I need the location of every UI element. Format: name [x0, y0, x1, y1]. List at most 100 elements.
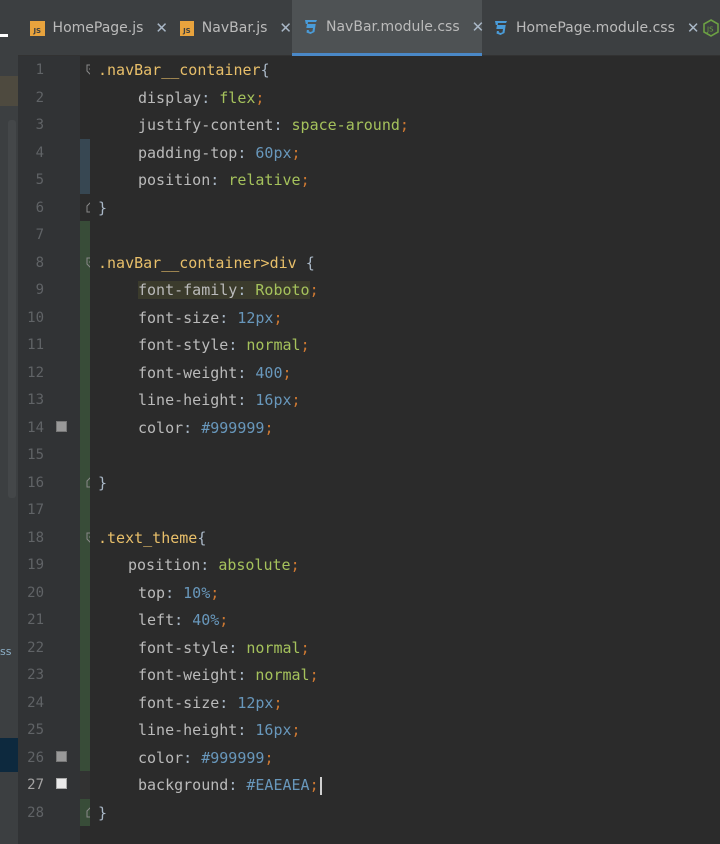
code-line-26[interactable]: color: #999999; — [138, 745, 273, 773]
tab-homepage-module-css[interactable]: HomePage.module.css ✕ — [482, 0, 699, 56]
close-icon[interactable]: ✕ — [155, 19, 168, 37]
code-line-4[interactable]: padding-top: 60px; — [138, 140, 301, 168]
code-line-5[interactable]: position: relative; — [138, 167, 310, 195]
project-tree-selection — [0, 738, 18, 772]
css-number: 400 — [255, 363, 283, 382]
line-number: 10 — [27, 309, 44, 326]
code-line-18[interactable]: .text_theme{ — [98, 525, 206, 553]
css-number: 16 — [255, 721, 274, 739]
css-color-value: #999999 — [201, 418, 265, 437]
tab-navbar-js[interactable]: JS NavBar.js ✕ — [168, 0, 292, 56]
css-property: font-size — [138, 308, 220, 327]
code-line-1[interactable]: .navBar__container{ — [98, 57, 270, 85]
css-property: position — [138, 171, 211, 189]
css-property: display — [138, 88, 202, 107]
line-number: 11 — [27, 337, 44, 353]
line-number: 7 — [35, 227, 44, 243]
vcs-added-marker[interactable] — [80, 221, 90, 826]
code-line-3[interactable]: justify-content: space-around; — [138, 112, 409, 140]
css-property: font-style — [138, 336, 229, 354]
js-file-icon: JS — [180, 20, 194, 36]
tab-navbar-module-css[interactable]: NavBar.module.css ✕ — [292, 0, 484, 56]
line-number: 17 — [27, 502, 44, 518]
css-property: color — [138, 418, 184, 437]
minimize-icon[interactable] — [0, 34, 8, 37]
css-unit: % — [210, 611, 220, 629]
project-tree-fragment: ss — [0, 645, 12, 658]
tab-nodejs-file[interactable]: JS — [692, 0, 720, 56]
brace: } — [98, 803, 108, 822]
line-number: 8 — [35, 254, 44, 271]
code-line-10[interactable]: font-size: 12px; — [138, 305, 283, 333]
code-line-14[interactable]: color: #999999; — [138, 415, 273, 443]
css-unit: % — [201, 583, 211, 602]
code-line-25[interactable]: line-height: 16px; — [138, 717, 301, 745]
line-number: 1 — [35, 62, 44, 78]
code-line-6[interactable]: } — [98, 195, 107, 223]
line-number: 26 — [27, 749, 44, 766]
project-tree-highlight — [0, 76, 18, 106]
css-value: normal — [246, 638, 301, 657]
text-caret — [319, 776, 322, 795]
code-line-27[interactable]: background: #EAEAEA; — [138, 772, 322, 800]
css-color-value: #EAEAEA — [246, 776, 310, 794]
code-editor[interactable]: .navBar__container{ display: flex; justi… — [90, 56, 720, 844]
code-line-23[interactable]: font-weight: normal; — [138, 662, 319, 690]
css-property: top — [138, 583, 166, 602]
css-number: 10 — [183, 583, 202, 602]
code-line-9[interactable]: font-family: Roboto; — [138, 277, 319, 305]
css-value: relative — [228, 171, 301, 189]
code-line-11[interactable]: font-style: normal; — [138, 332, 310, 360]
code-line-8[interactable]: .navBar__container>div { — [98, 250, 315, 278]
css-value: flex — [219, 88, 256, 107]
code-line-19[interactable]: position: absolute; — [128, 552, 300, 580]
css-value: space-around — [291, 116, 400, 134]
project-scrollbar[interactable] — [8, 120, 16, 498]
css-unit: px — [273, 721, 292, 739]
css-value: absolute — [218, 556, 291, 574]
line-number: 5 — [35, 172, 44, 188]
css-color-value: #999999 — [201, 748, 265, 767]
tab-label: NavBar.js — [201, 20, 268, 36]
code-line-12[interactable]: font-weight: 400; — [138, 360, 292, 388]
css-property: position — [128, 556, 201, 574]
css-selector: .text_theme — [98, 528, 198, 547]
css-unit: px — [255, 308, 274, 327]
css-property: color — [138, 748, 184, 767]
tab-homepage-js[interactable]: JS HomePage.js ✕ — [18, 0, 168, 56]
css-number: 12 — [237, 693, 256, 712]
css-property: font-weight — [138, 363, 238, 382]
line-number: 9 — [35, 282, 44, 298]
color-swatch-999999[interactable] — [56, 421, 67, 432]
line-number: 21 — [27, 612, 44, 628]
code-line-20[interactable]: top: 10%; — [138, 580, 219, 608]
project-panel-edge[interactable]: ss — [0, 0, 18, 844]
color-swatch-eaeaea[interactable] — [56, 778, 67, 789]
css-property: justify-content — [138, 116, 274, 134]
code-line-2[interactable]: display: flex; — [138, 85, 264, 113]
css-unit: px — [273, 143, 292, 162]
line-number: 2 — [35, 89, 44, 106]
css-property: font-weight — [138, 666, 238, 684]
css-unit: px — [273, 391, 292, 409]
css-property: background — [138, 776, 229, 794]
brace: } — [98, 473, 108, 492]
close-icon[interactable]: ✕ — [279, 19, 292, 37]
line-number: 28 — [27, 804, 44, 821]
vcs-modified-marker[interactable] — [80, 139, 90, 194]
code-line-28[interactable]: } — [98, 800, 107, 828]
brace: { — [260, 61, 270, 79]
line-number: 20 — [27, 584, 44, 601]
code-line-13[interactable]: line-height: 16px; — [138, 387, 301, 415]
css-value: Roboto — [255, 281, 310, 299]
code-line-24[interactable]: font-size: 12px; — [138, 690, 283, 718]
line-number: 23 — [27, 667, 44, 683]
code-line-21[interactable]: left: 40%; — [138, 607, 228, 635]
color-swatch-999999[interactable] — [56, 751, 67, 762]
line-number: 3 — [35, 117, 44, 133]
code-line-22[interactable]: font-style: normal; — [138, 635, 310, 663]
css-property: font-style — [138, 638, 229, 657]
css-property: padding-top — [138, 143, 238, 162]
line-number-gutter[interactable]: 1 2 3 4 5 6 7 8 9 10 11 12 13 14 15 16 1… — [18, 56, 80, 844]
code-line-16[interactable]: } — [98, 470, 107, 498]
